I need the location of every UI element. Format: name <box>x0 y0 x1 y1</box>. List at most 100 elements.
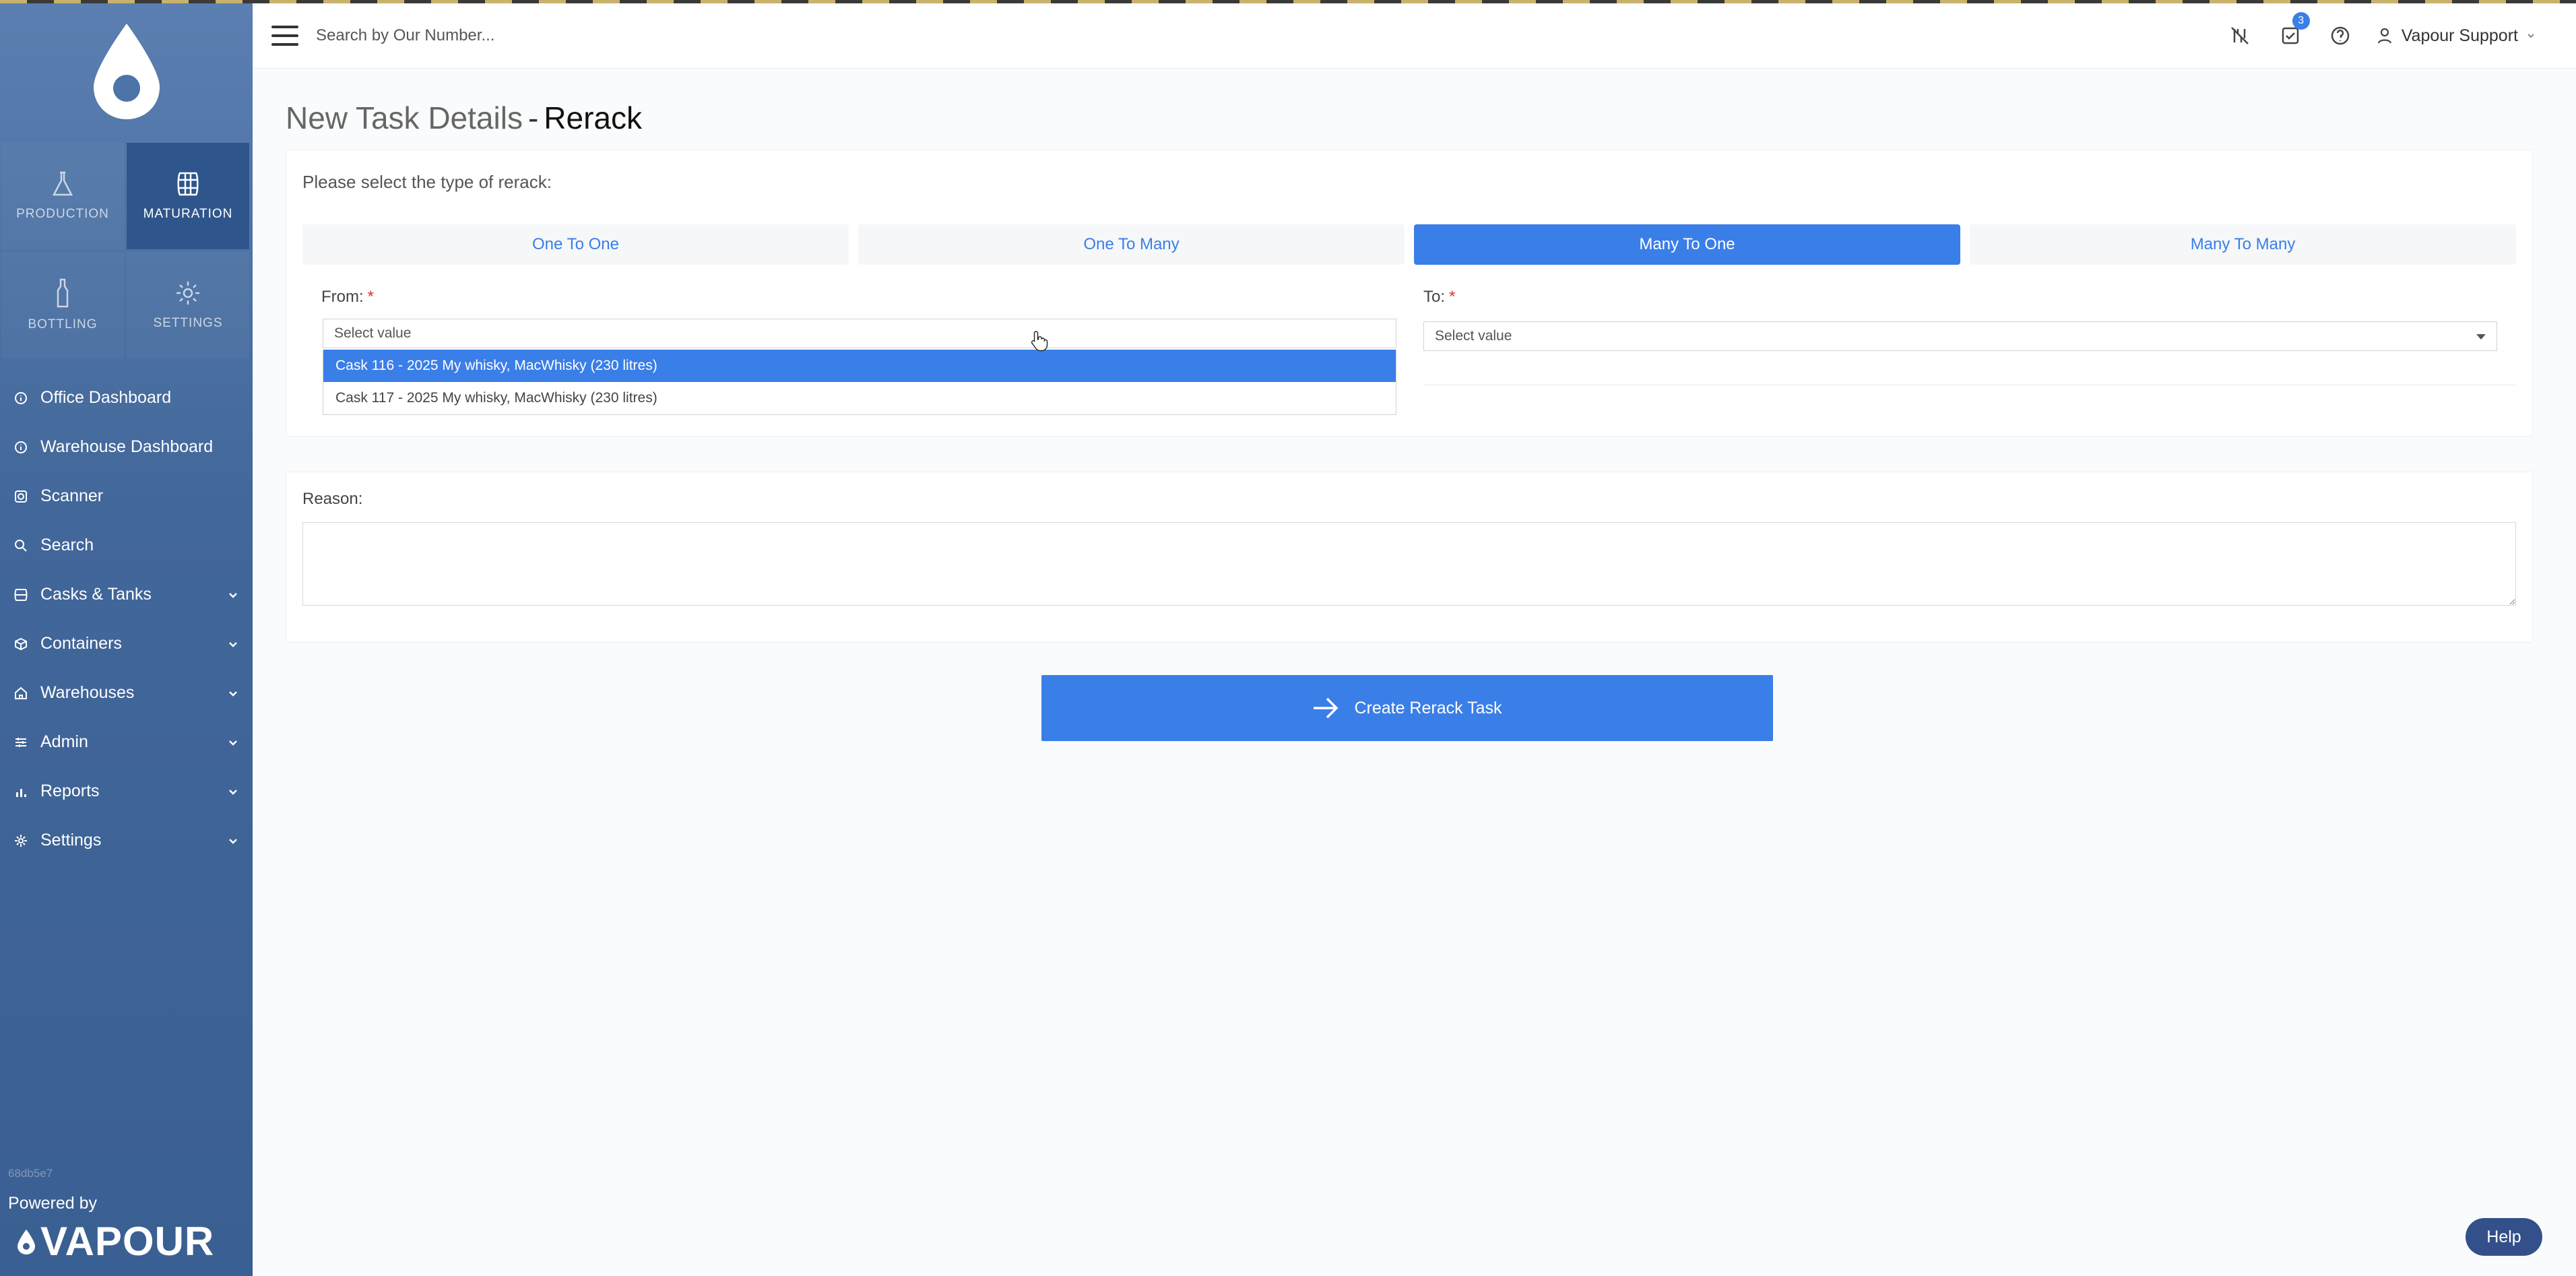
sidebar-logo[interactable] <box>0 0 253 143</box>
sidebar-nav: Office Dashboard Warehouse Dashboard Sca… <box>0 373 253 865</box>
sidebar-item-label: Admin <box>40 732 88 751</box>
page-title-sub: Rerack <box>544 100 642 135</box>
required-mark: * <box>1449 288 1456 306</box>
from-label: From: * <box>321 288 374 307</box>
page-title: New Task Details - Rerack <box>286 100 642 136</box>
module-label: PRODUCTION <box>16 207 109 221</box>
chevron-down-icon <box>229 789 237 795</box>
rerack-type-prompt: Please select the type of rerack: <box>302 172 552 192</box>
hamburger-menu-icon[interactable] <box>271 26 298 46</box>
sidebar-item-warehouses[interactable]: Warehouses <box>0 668 253 717</box>
to-select[interactable]: Select value <box>1423 321 2497 351</box>
create-rerack-task-button[interactable]: Create Rerack Task <box>1041 675 1773 741</box>
cube-icon <box>13 637 28 651</box>
sidebar-item-settings[interactable]: Settings <box>0 816 253 865</box>
sidebar-item-reports[interactable]: Reports <box>0 767 253 816</box>
from-label-text: From: <box>321 288 364 306</box>
tab-one-to-many[interactable]: One To Many <box>858 224 1405 265</box>
module-label: MATURATION <box>143 207 233 221</box>
sidebar-item-label: Warehouse Dashboard <box>40 437 214 456</box>
info-circle-icon <box>13 391 28 406</box>
chevron-down-icon <box>2527 34 2534 38</box>
powered-by-label: Powered by <box>8 1194 98 1213</box>
search-icon <box>13 538 28 553</box>
topbar-actions: 3 Vapour Support <box>2199 3 2536 68</box>
to-label-text: To: <box>1423 288 1446 306</box>
from-select-placeholder: Select value <box>334 325 412 341</box>
sidebar-item-containers[interactable]: Containers <box>0 619 253 668</box>
to-label: To: * <box>1423 288 1455 307</box>
barrel-icon <box>177 172 199 196</box>
sidebar-item-label: Warehouses <box>40 683 135 702</box>
sidebar-item-label: Containers <box>40 634 122 653</box>
sidebar-item-warehouse-dashboard[interactable]: Warehouse Dashboard <box>0 422 253 472</box>
bottle-icon <box>57 278 69 308</box>
help-circle-icon[interactable] <box>2330 26 2350 46</box>
sidebar-item-search[interactable]: Search <box>0 521 253 570</box>
vapour-brand: VAPOUR <box>16 1218 214 1265</box>
sliders-icon <box>13 735 28 750</box>
sidebar-item-label: Office Dashboard <box>40 388 172 407</box>
vapour-drop-logo-icon <box>93 24 160 119</box>
arrow-right-icon <box>1312 696 1339 720</box>
sidebar-item-label: Casks & Tanks <box>40 585 152 604</box>
user-icon <box>2377 28 2391 44</box>
caret-down-icon <box>2476 334 2486 340</box>
sidebar-item-office-dashboard[interactable]: Office Dashboard <box>0 373 253 422</box>
sidebar-item-label: Scanner <box>40 486 104 505</box>
from-dropdown-list: Cask 116 - 2025 My whisky, MacWhisky (23… <box>323 350 1396 415</box>
tab-many-to-many[interactable]: Many To Many <box>1970 224 2516 265</box>
rerack-type-tabs: One To One One To Many Many To One Many … <box>302 224 2516 265</box>
create-rerack-task-label: Create Rerack Task <box>1354 698 1502 717</box>
required-mark: * <box>367 288 375 306</box>
sidebar-item-scanner[interactable]: Scanner <box>0 472 253 521</box>
topbar: 3 Vapour Support <box>253 3 2576 69</box>
scanner-off-icon[interactable] <box>2229 25 2251 46</box>
tab-one-to-one[interactable]: One To One <box>302 224 849 265</box>
sidebar-item-label: Reports <box>40 781 100 800</box>
page-title-separator: - <box>527 100 539 135</box>
module-switcher: PRODUCTION MATURATION BOTTLING SETTINGS <box>0 143 253 358</box>
to-select-placeholder: Select value <box>1435 328 1512 344</box>
tasks-badge: 3 <box>2292 12 2310 30</box>
page-title-main: New Task Details <box>286 100 523 135</box>
flask-icon <box>52 171 73 196</box>
chevron-down-icon <box>229 641 237 647</box>
chevron-down-icon <box>229 691 237 697</box>
rerack-type-card: Please select the type of rerack: One To… <box>286 150 2533 437</box>
from-option-cask-116[interactable]: Cask 116 - 2025 My whisky, MacWhisky (23… <box>323 350 1396 382</box>
module-label: SETTINGS <box>153 316 223 330</box>
module-settings[interactable]: SETTINGS <box>127 252 249 358</box>
gear-icon <box>13 833 28 848</box>
gear-icon <box>176 282 199 305</box>
user-menu[interactable]: Vapour Support <box>2377 26 2536 46</box>
top-stripe <box>0 0 2576 3</box>
reason-textarea[interactable] <box>302 522 2516 606</box>
reason-label: Reason: <box>302 490 363 508</box>
module-label: BOTTLING <box>28 317 98 331</box>
home-icon <box>13 686 28 701</box>
tasks-icon[interactable]: 3 <box>2280 12 2310 46</box>
sidebar-item-label: Settings <box>40 831 102 850</box>
module-production[interactable]: PRODUCTION <box>1 143 124 249</box>
hand-cursor-icon <box>1031 331 1048 352</box>
sidebar-item-casks-tanks[interactable]: Casks & Tanks <box>0 570 253 619</box>
sidebar-item-admin[interactable]: Admin <box>0 717 253 767</box>
sidebar-item-label: Search <box>40 536 94 554</box>
from-option-cask-117[interactable]: Cask 117 - 2025 My whisky, MacWhisky (23… <box>323 382 1396 414</box>
chevron-down-icon <box>229 592 237 598</box>
vapour-wordmark: VAPOUR <box>40 1219 215 1264</box>
camera-icon <box>13 489 28 504</box>
chevron-down-icon <box>229 740 237 746</box>
bar-chart-icon <box>13 784 28 799</box>
search-input[interactable] <box>315 26 1126 46</box>
chevron-down-icon <box>229 838 237 844</box>
module-bottling[interactable]: BOTTLING <box>1 252 124 358</box>
vapour-drop-icon <box>18 1229 35 1254</box>
module-maturation[interactable]: MATURATION <box>127 143 249 249</box>
from-select[interactable]: Select value <box>323 319 1396 348</box>
reason-card: Reason: <box>286 472 2533 643</box>
barrel-icon <box>13 587 28 602</box>
help-button[interactable]: Help <box>2466 1218 2542 1256</box>
tab-many-to-one[interactable]: Many To One <box>1414 224 1960 265</box>
